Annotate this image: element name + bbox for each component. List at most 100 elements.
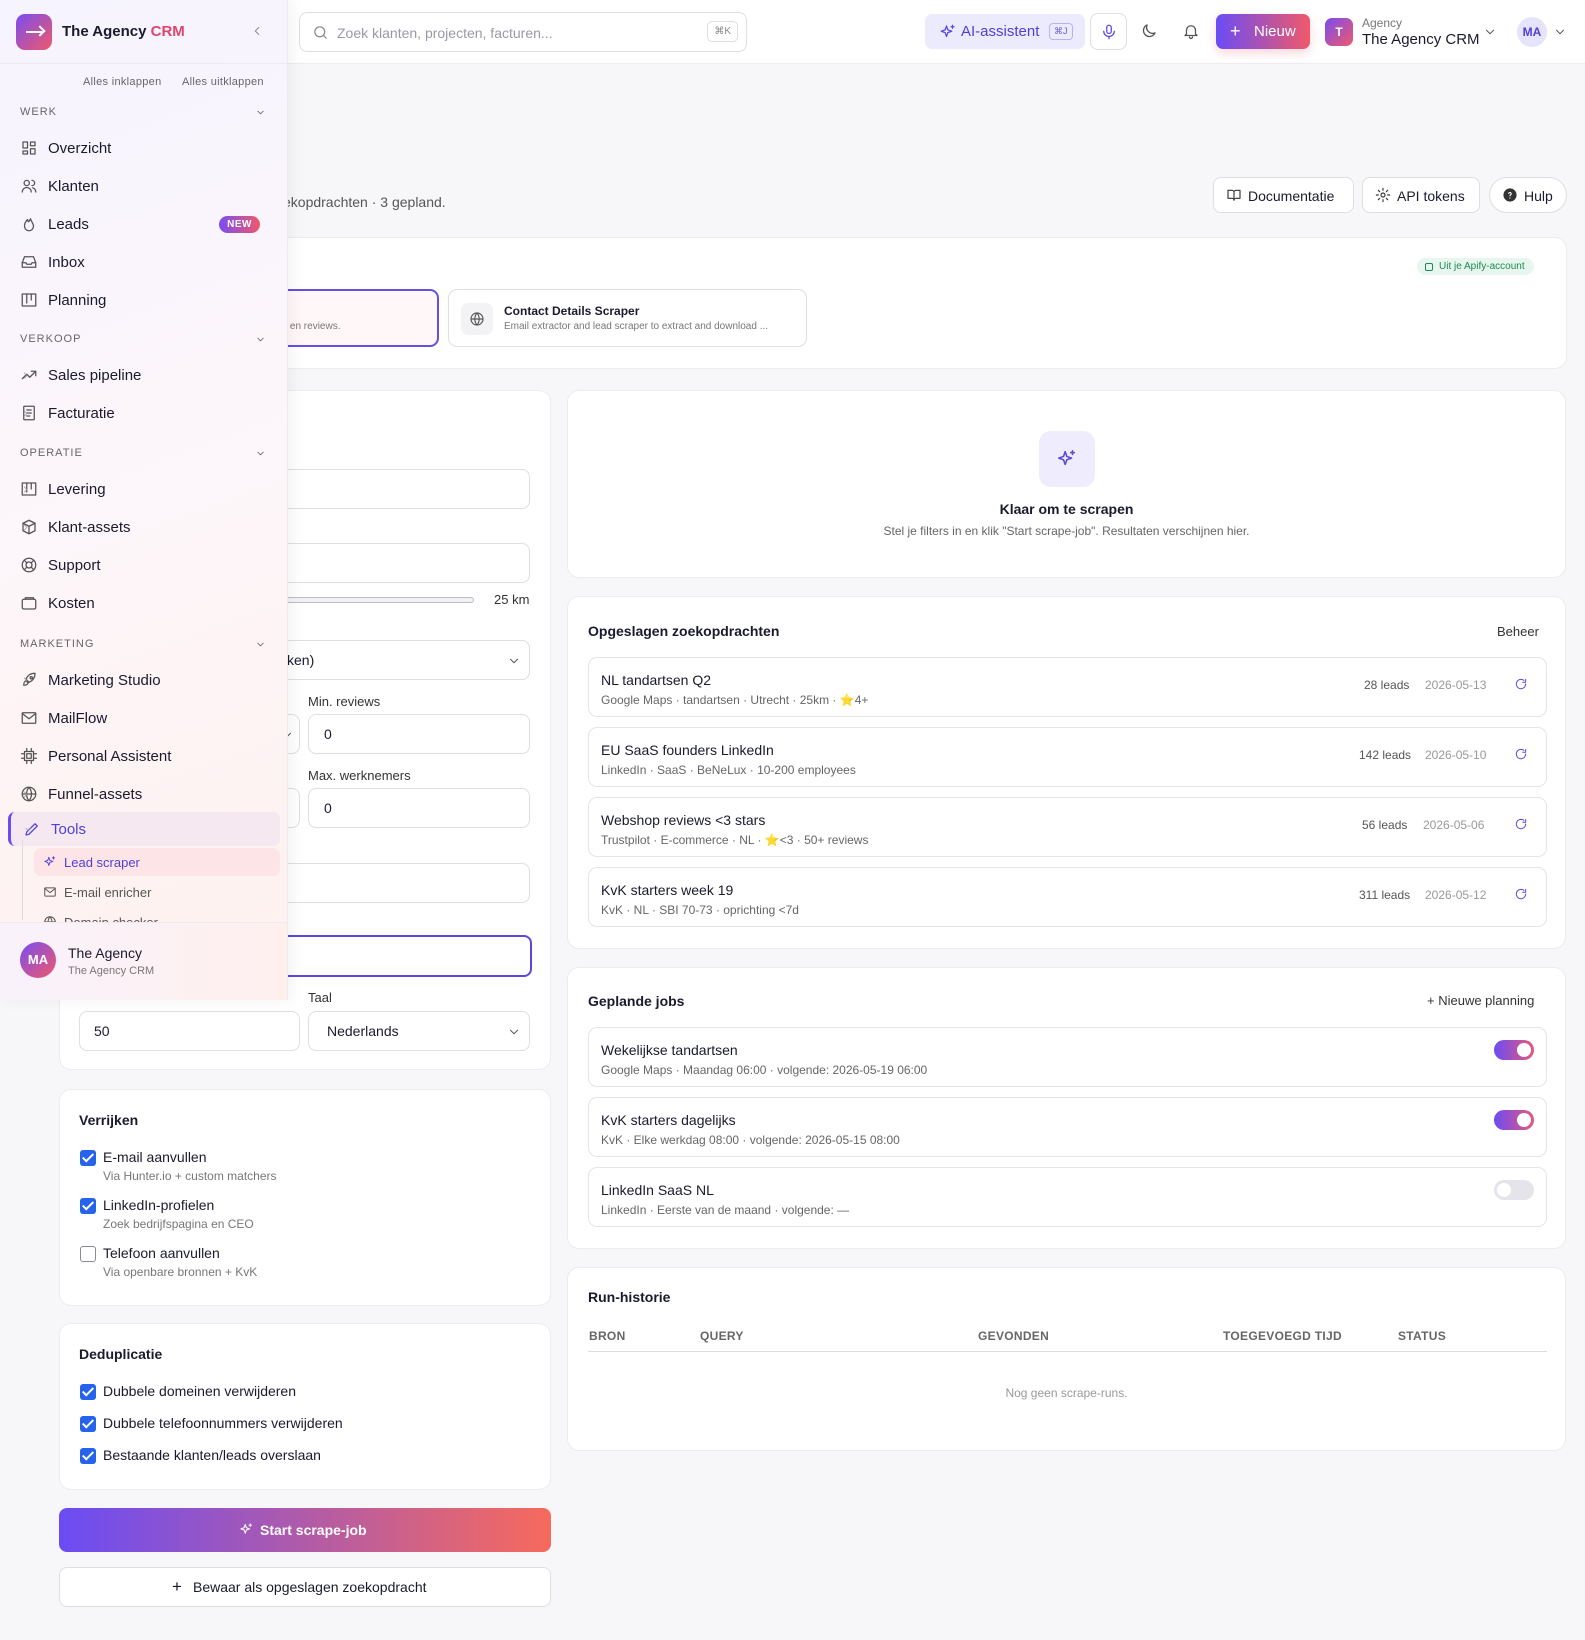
api-tokens-button[interactable]: API tokens xyxy=(1362,177,1480,213)
scheduled-job-toggle[interactable] xyxy=(1494,1040,1534,1060)
chevron-right-icon xyxy=(23,791,28,798)
chevron-down-icon[interactable] xyxy=(255,334,266,345)
agency-switch-name[interactable]: The Agency CRM xyxy=(1362,31,1480,48)
sidebar-item-label: Marketing Studio xyxy=(48,672,161,689)
section-verkoop[interactable]: VERKOOP xyxy=(20,333,81,345)
focused-input[interactable] xyxy=(270,935,532,977)
column-header-added-time[interactable]: TOEGEVOEGD TIJD xyxy=(1223,1329,1342,1343)
voice-button[interactable] xyxy=(1090,13,1127,50)
collapse-all-link[interactable]: Alles inklappen xyxy=(83,76,162,88)
sidebar-item-funnel-assets[interactable]: Funnel-assets xyxy=(8,777,280,811)
sidebar-item-levering[interactable]: Levering xyxy=(8,472,280,506)
scheduled-job-toggle[interactable] xyxy=(1494,1180,1534,1200)
agency-switch-sub[interactable]: Agency xyxy=(1362,16,1402,30)
expand-all-link[interactable]: Alles uitklappen xyxy=(182,76,264,88)
scheduled-job-name: Wekelijkse tandartsen xyxy=(601,1042,738,1058)
user-avatar[interactable]: MA xyxy=(1517,17,1547,47)
sidebar-item-klant-assets[interactable]: Klant-assets xyxy=(8,510,280,544)
saved-search-name: KvK starters week 19 xyxy=(601,882,734,898)
sidebar-item-label: Facturatie xyxy=(48,405,115,422)
new-button[interactable]: + Nieuw xyxy=(1216,14,1310,49)
sidebar-item-tools[interactable]: Tools xyxy=(8,812,280,846)
enrich-phone-checkbox[interactable] xyxy=(80,1246,96,1262)
sidebar-item-klanten[interactable]: Klanten xyxy=(8,169,280,203)
sidebar-item-overzicht[interactable]: Overzicht xyxy=(8,131,280,165)
dedup-phones-checkbox[interactable] xyxy=(80,1416,96,1432)
chevron-down-icon[interactable] xyxy=(255,107,266,118)
column-header-status[interactable]: STATUS xyxy=(1398,1329,1446,1343)
refresh-icon[interactable] xyxy=(1514,817,1528,831)
dedup-domains-checkbox[interactable] xyxy=(80,1384,96,1400)
chevron-down-icon[interactable] xyxy=(255,639,266,650)
min-reviews-input[interactable]: 0 xyxy=(308,714,530,754)
chevron-down-icon[interactable] xyxy=(1553,25,1567,39)
sidebar-item-marketing-studio[interactable]: Marketing Studio xyxy=(8,663,280,697)
refresh-icon[interactable] xyxy=(1514,747,1528,761)
language-value: Nederlands xyxy=(327,1023,399,1039)
column-header-query[interactable]: QUERY xyxy=(700,1329,744,1343)
saved-search-row[interactable]: Webshop reviews <3 stars Trustpilot · E-… xyxy=(588,797,1547,857)
saved-search-leads: 311 leads xyxy=(1359,888,1411,902)
chevron-left-icon[interactable] xyxy=(250,24,264,38)
enrich-email-checkbox[interactable] xyxy=(80,1150,96,1166)
sidebar-item-planning[interactable]: Planning xyxy=(8,283,280,317)
sidebar-item-personal-assistant[interactable]: Personal Assistent xyxy=(8,739,280,773)
source-contact-details[interactable]: Contact Details Scraper Email extractor … xyxy=(448,289,807,347)
language-select[interactable]: Nederlands xyxy=(308,1011,530,1051)
agency-badge[interactable]: T xyxy=(1325,18,1353,46)
help-button[interactable]: Hulp xyxy=(1489,177,1567,213)
sidebar-item-mailflow[interactable]: MailFlow xyxy=(8,701,280,735)
start-scrape-button[interactable]: Start scrape-job xyxy=(59,1508,551,1552)
query-input[interactable] xyxy=(270,469,530,509)
category-select[interactable]: ken) xyxy=(270,640,530,680)
max-employees-input[interactable]: 0 xyxy=(308,788,530,828)
enrich-linkedin-label: LinkedIn-profielen xyxy=(103,1197,215,1213)
scheduled-job-name: LinkedIn SaaS NL xyxy=(601,1182,714,1198)
ai-assistant-button[interactable]: AI-assistent ⌘J xyxy=(925,14,1085,49)
sidebar-item-support[interactable]: Support xyxy=(8,548,280,582)
bell-icon[interactable] xyxy=(1182,22,1200,40)
limit-input[interactable]: 50 xyxy=(79,1011,300,1051)
chevron-down-icon[interactable] xyxy=(1483,25,1497,39)
sidebar-footer[interactable]: MA The Agency The Agency CRM xyxy=(0,922,287,1000)
column-header-found[interactable]: GEVONDEN xyxy=(978,1329,1049,1343)
chevron-down-icon[interactable] xyxy=(255,448,266,459)
scheduled-job-desc: Google Maps · Maandag 06:00 · volgende: … xyxy=(601,1063,928,1077)
radius-slider[interactable] xyxy=(280,597,474,603)
sidebar-item-facturatie[interactable]: Facturatie xyxy=(8,396,280,430)
documentation-button[interactable]: Documentatie xyxy=(1213,177,1354,213)
source-contact-desc: Email extractor and lead scraper to extr… xyxy=(504,321,769,332)
enrich-linkedin-checkbox[interactable] xyxy=(80,1198,96,1214)
dedup-existing-checkbox[interactable] xyxy=(80,1448,96,1464)
scheduled-job-desc: KvK · Elke werkdag 08:00 · volgende: 202… xyxy=(601,1133,900,1147)
section-operatie[interactable]: OPERATIE xyxy=(20,447,83,459)
brand-text: The Agency xyxy=(62,23,147,40)
sidebar-item-kosten[interactable]: Kosten xyxy=(8,586,280,620)
database-icon xyxy=(1425,263,1433,271)
sidebar-subitem-email-enricher[interactable]: E-mail enricher xyxy=(34,878,280,906)
search-input[interactable]: Zoek klanten, projecten, facturen... ⌘K xyxy=(299,12,747,52)
section-marketing[interactable]: MARKETING xyxy=(20,638,94,650)
location-input[interactable] xyxy=(270,543,530,583)
manage-link[interactable]: Beheer xyxy=(1497,624,1539,639)
column-header-source[interactable]: BRON xyxy=(589,1329,626,1343)
new-schedule-button[interactable]: + Nieuwe planning xyxy=(1427,993,1534,1008)
scheduled-job-toggle[interactable] xyxy=(1494,1110,1534,1130)
saved-search-row[interactable]: NL tandartsen Q2 Google Maps · tandartse… xyxy=(588,657,1547,717)
sidebar-item-inbox[interactable]: Inbox xyxy=(8,245,280,279)
plus-icon: + xyxy=(1230,21,1241,41)
save-search-button[interactable]: + Bewaar als opgeslagen zoekopdracht xyxy=(59,1567,551,1607)
sidebar-item-leads[interactable]: Leads NEW xyxy=(8,207,280,241)
saved-search-row[interactable]: EU SaaS founders LinkedIn LinkedIn · Saa… xyxy=(588,727,1547,787)
saved-search-row[interactable]: KvK starters week 19 KvK · NL · SBI 70-7… xyxy=(588,867,1547,927)
scheduled-jobs-title: Geplande jobs xyxy=(588,993,685,1009)
sidebar-item-sales-pipeline[interactable]: Sales pipeline xyxy=(8,358,280,392)
section-werk[interactable]: WERK xyxy=(20,106,57,118)
refresh-icon[interactable] xyxy=(1514,887,1528,901)
sidebar-item-label: Klant-assets xyxy=(48,519,131,536)
refresh-icon[interactable] xyxy=(1514,677,1528,691)
keywords-input[interactable] xyxy=(270,863,530,903)
saved-search-leads: 56 leads xyxy=(1362,818,1408,832)
moon-icon[interactable] xyxy=(1140,22,1158,40)
sidebar-subitem-lead-scraper[interactable]: Lead scraper xyxy=(34,848,280,876)
